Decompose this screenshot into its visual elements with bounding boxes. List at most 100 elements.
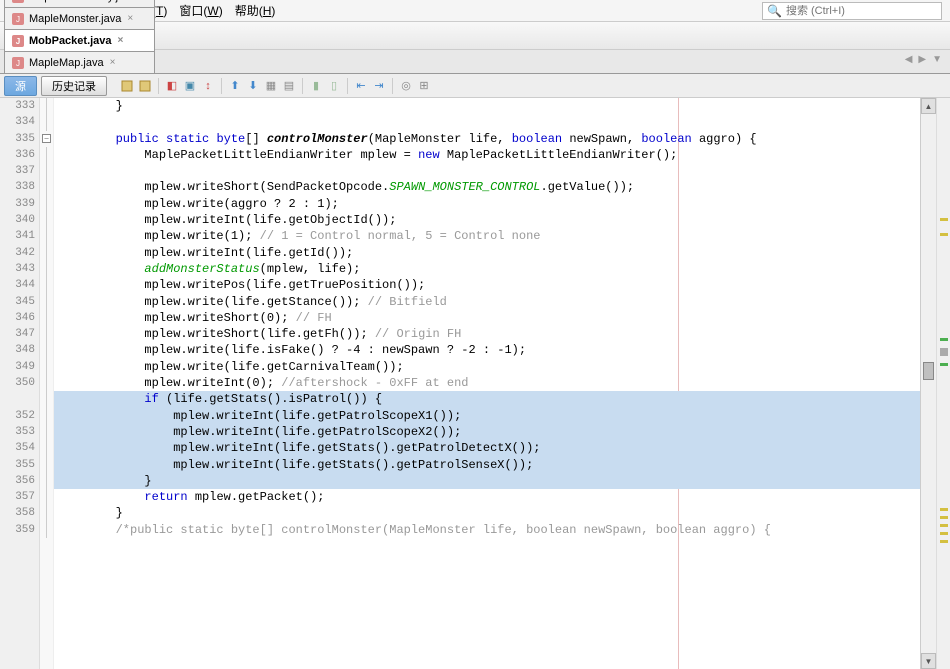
comment-icon[interactable]: ▮: [308, 78, 324, 94]
find-icon[interactable]: ▣: [182, 78, 198, 94]
line-number: 344: [0, 277, 35, 293]
editor-tab[interactable]: JMobPacket.java×: [4, 29, 155, 51]
code-line[interactable]: mplew.writeInt(life.getId());: [54, 245, 920, 261]
code-line[interactable]: if (life.getStats().isPatrol()) {: [54, 391, 920, 407]
search-input[interactable]: [786, 5, 926, 17]
prev-mark-icon[interactable]: ⬆: [227, 78, 243, 94]
tab-next-icon[interactable]: ▶: [916, 54, 928, 65]
line-number: 349: [0, 359, 35, 375]
code-line[interactable]: mplew.write(life.getCarnivalTeam());: [54, 359, 920, 375]
code-line[interactable]: }: [54, 473, 920, 489]
code-line[interactable]: mplew.writeInt(life.getObjectId());: [54, 212, 920, 228]
code-line[interactable]: [54, 114, 920, 130]
line-number: 356: [0, 473, 35, 489]
code-line[interactable]: [54, 163, 920, 179]
code-line[interactable]: mplew.writeInt(life.getPatrolScopeX1());: [54, 408, 920, 424]
error-marker[interactable]: [940, 516, 948, 519]
code-line[interactable]: return mplew.getPacket();: [54, 489, 920, 505]
fold-toggle-icon[interactable]: −: [42, 134, 51, 143]
error-marker[interactable]: [940, 524, 948, 527]
code-area[interactable]: } public static byte[] controlMonster(Ma…: [54, 98, 920, 669]
tab-label: MapleMap.java: [29, 57, 104, 69]
code-line[interactable]: mplew.write(1); // 1 = Control normal, 5…: [54, 228, 920, 244]
editor-tab[interactable]: JMapleLifeFactory.java×: [4, 0, 155, 7]
close-icon[interactable]: ×: [110, 57, 116, 68]
java-file-icon: J: [11, 12, 25, 26]
code-line[interactable]: mplew.writeShort(SendPacketOpcode.SPAWN_…: [54, 179, 920, 195]
error-marker[interactable]: [940, 233, 948, 236]
line-number: 338: [0, 179, 35, 195]
shift-right-icon[interactable]: ⇥: [371, 78, 387, 94]
code-line[interactable]: addMonsterStatus(mplew, life);: [54, 261, 920, 277]
error-stripe[interactable]: [936, 98, 950, 669]
close-icon[interactable]: ×: [118, 35, 124, 46]
line-number: 346: [0, 310, 35, 326]
line-number: 336: [0, 147, 35, 163]
line-number: 358: [0, 505, 35, 521]
history-view-button[interactable]: 历史记录: [41, 76, 107, 96]
code-line[interactable]: mplew.writePos(life.getTruePosition());: [54, 277, 920, 293]
scroll-up-icon[interactable]: ▲: [921, 98, 936, 114]
svg-text:J: J: [16, 37, 20, 46]
code-line[interactable]: mplew.write(life.isFake() ? -4 : newSpaw…: [54, 342, 920, 358]
close-icon[interactable]: ×: [127, 13, 133, 24]
nav-fwd-icon[interactable]: [137, 78, 153, 94]
shift-left-icon[interactable]: ⇤: [353, 78, 369, 94]
line-number: 357: [0, 489, 35, 505]
uncomment-icon[interactable]: ▯: [326, 78, 342, 94]
code-line[interactable]: mplew.writeShort(life.getFh()); // Origi…: [54, 326, 920, 342]
error-marker[interactable]: [940, 532, 948, 535]
error-marker[interactable]: [940, 540, 948, 543]
tab-nav: ◀ ▶ ▼: [903, 54, 944, 65]
code-line[interactable]: MaplePacketLittleEndianWriter mplew = ne…: [54, 147, 920, 163]
code-line[interactable]: mplew.writeInt(life.getStats().getPatrol…: [54, 457, 920, 473]
code-line[interactable]: mplew.write(life.getStance()); // Bitfie…: [54, 294, 920, 310]
code-line[interactable]: public static byte[] controlMonster(Mapl…: [54, 131, 920, 147]
subtabs: 源 历史记录 ◧ ▣ ↕ ⬆ ⬇ ▦ ▤ ▮ ▯ ⇤ ⇥ ◎ ⊞: [0, 74, 950, 98]
inspect-icon[interactable]: ◎: [398, 78, 414, 94]
svg-text:J: J: [16, 15, 20, 24]
menu-item[interactable]: 帮助(H): [229, 2, 282, 20]
error-marker[interactable]: [940, 348, 948, 356]
line-number: 343: [0, 261, 35, 277]
editor-tabs: 起始页×JMapleLifeFactory.java×JMapleMonster…: [0, 50, 950, 74]
line-number: 348: [0, 342, 35, 358]
menu-item[interactable]: 窗口(W): [173, 2, 228, 20]
code-line[interactable]: mplew.writeInt(life.getStats().getPatrol…: [54, 440, 920, 456]
editor[interactable]: 3333343353363373383393403413423433443453…: [0, 98, 950, 669]
code-line[interactable]: mplew.writeInt(0); //aftershock - 0xFF a…: [54, 375, 920, 391]
error-marker[interactable]: [940, 508, 948, 511]
code-line[interactable]: /*public static byte[] controlMonster(Ma…: [54, 522, 920, 538]
search-box[interactable]: 🔍: [762, 2, 942, 20]
tree-icon[interactable]: ⊞: [416, 78, 432, 94]
line-number: 342: [0, 245, 35, 261]
bookmark-icon[interactable]: ↕: [200, 78, 216, 94]
format-icon[interactable]: ◧: [164, 78, 180, 94]
error-marker[interactable]: [940, 363, 948, 366]
goto-icon[interactable]: ▦: [263, 78, 279, 94]
source-view-button[interactable]: 源: [4, 76, 37, 96]
vertical-scrollbar[interactable]: ▲ ▼: [920, 98, 936, 669]
scroll-down-icon[interactable]: ▼: [921, 653, 936, 669]
line-number: 341: [0, 228, 35, 244]
error-marker[interactable]: [940, 218, 948, 221]
editor-tab[interactable]: J MapleMonster.java ×: [4, 7, 155, 29]
error-marker[interactable]: [940, 338, 948, 341]
select-icon[interactable]: ▤: [281, 78, 297, 94]
nav-back-icon[interactable]: [119, 78, 135, 94]
code-line[interactable]: mplew.writeShort(0); // FH: [54, 310, 920, 326]
editor-tab[interactable]: JMapleMap.java×: [4, 51, 155, 73]
tab-label: MapleMonster.java: [29, 13, 121, 25]
code-line[interactable]: mplew.write(aggro ? 2 : 1);: [54, 196, 920, 212]
code-line[interactable]: mplew.writeInt(life.getPatrolScopeX2());: [54, 424, 920, 440]
close-icon[interactable]: ×: [142, 0, 148, 2]
line-number: 355: [0, 457, 35, 473]
search-icon: 🔍: [763, 4, 786, 18]
next-mark-icon[interactable]: ⬇: [245, 78, 261, 94]
code-line[interactable]: }: [54, 98, 920, 114]
tab-prev-icon[interactable]: ◀: [903, 54, 915, 65]
tab-menu-icon[interactable]: ▼: [930, 54, 944, 65]
scroll-thumb[interactable]: [923, 362, 934, 380]
code-line[interactable]: }: [54, 505, 920, 521]
svg-text:J: J: [16, 0, 20, 2]
